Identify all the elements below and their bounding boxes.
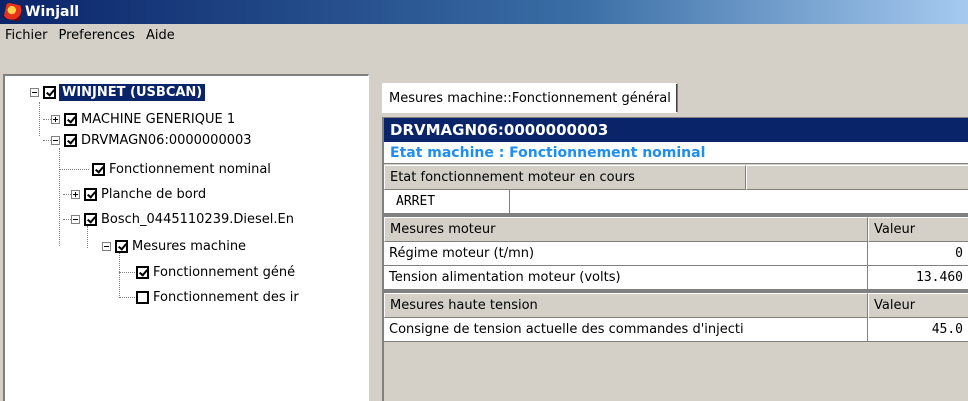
checkbox-checked-icon[interactable] xyxy=(43,85,56,99)
tree-node-bosch[interactable]: Bosch_0445110239.Diesel.En xyxy=(71,209,295,229)
tree-node-label: WINJNET (USBCAN) xyxy=(57,82,207,102)
haute-tension-valeur-header: Valeur xyxy=(868,293,968,318)
section-etat-moteur-empty-header xyxy=(746,165,968,190)
tree-node-machine-generique[interactable]: MACHINE GENERIQUE 1 xyxy=(51,109,236,129)
menu-fichier[interactable]: Fichier xyxy=(0,28,54,43)
tree-node-planche-de-bord[interactable]: Planche de bord xyxy=(71,184,207,204)
tree-node-label: DRVMAGN06:0000000003 xyxy=(81,132,252,148)
winjall-app-icon xyxy=(3,2,23,22)
machine-id-header: DRVMAGN06:0000000003 xyxy=(384,118,968,142)
tree-node-drvmagn06[interactable]: DRVMAGN06:0000000003 xyxy=(51,130,253,150)
mesure-label: Consigne de tension actuelle des command… xyxy=(384,318,868,342)
window-title: Winjall xyxy=(25,4,80,20)
checkbox-checked-icon[interactable] xyxy=(64,112,77,126)
checkbox-checked-icon[interactable] xyxy=(64,133,77,147)
etat-moteur-value: ARRET xyxy=(384,190,510,214)
tree-node-label: Fonctionnement des ir xyxy=(153,289,299,305)
pane-splitter[interactable] xyxy=(369,74,375,401)
tree-connector xyxy=(119,297,135,298)
tree-node-label: Planche de bord xyxy=(101,186,207,202)
tree-node-fonctionnement-general[interactable]: Fonctionnement géné xyxy=(136,262,296,282)
expand-icon[interactable] xyxy=(71,189,80,199)
menu-aide[interactable]: Aide xyxy=(141,28,181,43)
checkbox-checked-icon[interactable] xyxy=(136,265,149,279)
tab-content: DRVMAGN06:0000000003 Etat machine : Fonc… xyxy=(382,117,968,401)
tree-node-root[interactable]: WINJNET (USBCAN) xyxy=(30,82,207,102)
menu-preferences[interactable]: Preferences xyxy=(54,28,141,43)
collapse-icon[interactable] xyxy=(51,135,60,145)
checkbox-checked-icon[interactable] xyxy=(92,162,105,176)
tree-node-label: Bosch_0445110239.Diesel.En xyxy=(101,211,294,227)
mesure-value: 0 xyxy=(868,242,968,266)
section-mesures-moteur-header: Mesures moteur xyxy=(384,217,868,242)
collapse-icon[interactable] xyxy=(71,214,80,224)
checkbox-checked-icon[interactable] xyxy=(84,212,97,226)
tree-connector xyxy=(87,226,88,248)
tree-connector xyxy=(119,252,120,298)
menu-bar: Fichier Preferences Aide xyxy=(0,24,968,46)
tree-connector xyxy=(59,148,60,246)
mesure-label: Tension alimentation moteur (volts) xyxy=(384,266,868,290)
tree-connector xyxy=(39,102,40,136)
collapse-icon[interactable] xyxy=(102,241,111,251)
mesure-value: 13.460 xyxy=(868,266,968,290)
tree-node-label: Fonctionnement géné xyxy=(153,264,296,280)
machine-state: Etat machine : Fonctionnement nominal xyxy=(384,142,968,164)
tree-node-fonctionnement-injecteurs[interactable]: Fonctionnement des ir xyxy=(136,287,300,307)
checkbox-checked-icon[interactable] xyxy=(84,187,97,201)
mesure-value: 45.0 xyxy=(868,318,968,342)
tab-fonctionnement-general[interactable]: Mesures machine::Fonctionnement général xyxy=(382,83,678,113)
etat-moteur-empty-cell xyxy=(510,190,968,214)
section-etat-moteur-header: Etat fonctionnement moteur en cours xyxy=(384,165,746,190)
tree-connector xyxy=(59,169,89,170)
tree-node-label: Mesures machine xyxy=(132,238,247,254)
collapse-icon[interactable] xyxy=(30,87,39,97)
tree-view[interactable]: WINJNET (USBCAN) MACHINE GENERIQUE 1 DRV… xyxy=(3,74,369,401)
tree-node-label: MACHINE GENERIQUE 1 xyxy=(81,111,236,127)
expand-icon[interactable] xyxy=(51,114,60,124)
mesures-moteur-valeur-header: Valeur xyxy=(868,217,968,242)
tree-connector xyxy=(119,272,135,273)
measurement-panel: Mesures machine::Fonctionnement général … xyxy=(376,74,968,401)
mesure-label: Régime moteur (t/mn) xyxy=(384,242,868,266)
tree-node-mesures-machine[interactable]: Mesures machine xyxy=(102,236,247,256)
tree-node-fonctionnement-nominal[interactable]: Fonctionnement nominal xyxy=(92,159,272,179)
tree-node-label: Fonctionnement nominal xyxy=(109,161,271,177)
checkbox-unchecked-icon[interactable] xyxy=(136,290,149,304)
title-bar[interactable]: Winjall xyxy=(0,0,968,24)
section-haute-tension-header: Mesures haute tension xyxy=(384,293,868,318)
checkbox-checked-icon[interactable] xyxy=(115,239,128,253)
